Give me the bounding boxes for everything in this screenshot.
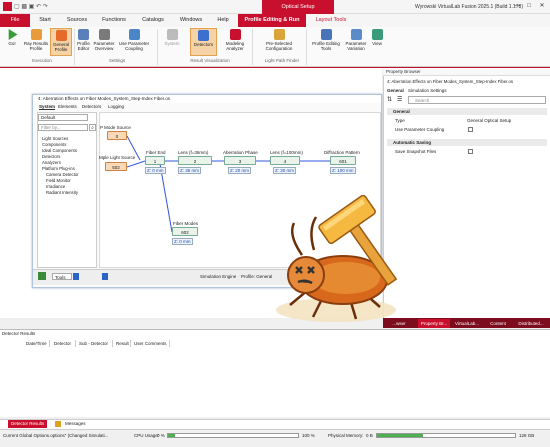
position-value[interactable]: Z: 100 mm xyxy=(330,167,356,174)
memory-min-label: 0 B xyxy=(366,433,373,438)
column-header[interactable]: Date/Time xyxy=(24,340,50,347)
node-label: Fiber Modes xyxy=(173,221,199,226)
memory-max-label: 128 GB xyxy=(519,433,535,438)
position-value[interactable]: Z: 30 mm xyxy=(273,167,297,174)
detector-results-title: Detector Results xyxy=(2,331,36,336)
component-node[interactable]: 2 xyxy=(178,156,212,165)
component-node[interactable]: 1 xyxy=(145,156,165,165)
categories-icon[interactable]: ☰ xyxy=(397,96,405,104)
connection-line xyxy=(126,160,146,168)
cpu-max-label: 100 % xyxy=(302,433,315,438)
tab-distributed[interactable]: Distributed... xyxy=(513,319,549,328)
cpu-usage-fill xyxy=(168,434,175,437)
status-message: Current Global Options.options" (Changed… xyxy=(3,433,109,438)
column-header[interactable]: Result xyxy=(114,340,131,347)
position-value[interactable]: Z: 0 mm xyxy=(172,238,193,245)
node-label: P Mode Source xyxy=(100,125,131,130)
column-header[interactable]: Detector xyxy=(52,340,76,347)
source-node[interactable]: 502 xyxy=(105,162,127,171)
position-value[interactable]: Z: 36 mm xyxy=(178,167,202,174)
property-search-input[interactable]: Search xyxy=(408,96,546,104)
use-parameter-coupling-checkbox[interactable] xyxy=(468,127,473,132)
column-header[interactable]: Sub - Detector xyxy=(77,340,113,347)
warning-icon xyxy=(55,421,61,427)
info-icon[interactable] xyxy=(102,273,108,280)
grid-icon[interactable] xyxy=(38,272,46,280)
save-snapshot-files-checkbox[interactable] xyxy=(468,149,473,154)
tools-dropdown[interactable]: Tools xyxy=(52,273,72,280)
detector-node[interactable]: 602 xyxy=(172,227,198,236)
tab-simulation-settings[interactable]: Simulation Settings xyxy=(408,87,454,94)
node-label: Lens (f=36mm) xyxy=(178,150,209,155)
tab-messages[interactable]: Messages xyxy=(62,420,89,428)
memory-usage-bar xyxy=(376,433,516,438)
node-label: Lens (f=100mm) xyxy=(270,150,303,155)
cpu-usage-bar xyxy=(167,433,299,438)
node-label: Fiber End xyxy=(146,150,166,155)
section-automatic-saving[interactable]: Automatic Saving xyxy=(387,139,547,146)
column-header[interactable]: User Comments xyxy=(132,340,170,347)
tab-detector-results[interactable]: Detector Results xyxy=(8,420,48,428)
node-label: Diffraction Pattern xyxy=(324,150,360,155)
component-node[interactable]: 3 xyxy=(224,156,256,165)
sort-icon[interactable]: ⇅ xyxy=(387,96,395,104)
position-value[interactable]: Z: 20 mm xyxy=(228,167,252,174)
property-browser-title: Property Browser xyxy=(383,68,550,76)
simulation-engine-label: Simulation Engine xyxy=(200,274,237,279)
info-icon[interactable] xyxy=(73,273,79,280)
tab-virtuallab[interactable]: VirtualLab... xyxy=(452,319,482,328)
cpu-min-label: 0 % xyxy=(157,433,165,438)
tab-content[interactable]: Content xyxy=(484,319,512,328)
property-type-value: General Optical Setup xyxy=(467,118,512,123)
physical-memory-label: Physical Memory: xyxy=(328,433,364,438)
property-coupling-label: Use Parameter Coupling xyxy=(395,127,445,132)
node-label: Mple Light Source xyxy=(99,155,136,160)
cpu-usage-label: CPU Usage: xyxy=(134,433,160,438)
detector-node[interactable]: 601 xyxy=(330,156,356,165)
property-browser-subtitle: 4: Aberration Effects on Fiber Modes_Sys… xyxy=(387,79,514,84)
tab-property-browser[interactable]: Property Br... xyxy=(418,319,450,328)
node-label: Aberration Phase xyxy=(223,150,258,155)
memory-usage-fill xyxy=(377,434,423,437)
section-general[interactable]: General xyxy=(387,108,547,115)
source-node[interactable]: 0 xyxy=(107,131,127,140)
property-snapshot-label: Save Snapshot Files xyxy=(395,149,437,154)
connection-line xyxy=(159,163,173,233)
position-value[interactable]: Z: 0 mm xyxy=(145,167,166,174)
tab-general[interactable]: General xyxy=(387,87,407,94)
bug-hammer-mascot-icon xyxy=(276,195,398,322)
component-node[interactable]: 4 xyxy=(270,156,300,165)
